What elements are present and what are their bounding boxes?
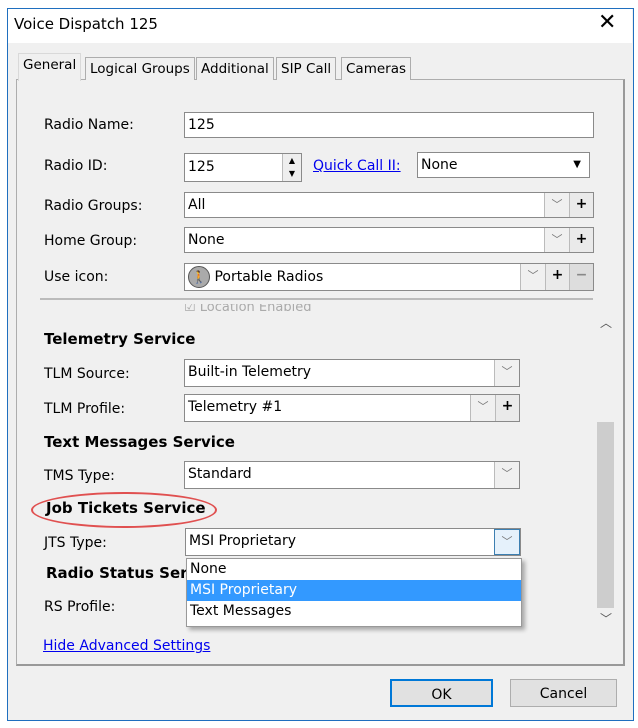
home-group-value: None bbox=[188, 232, 225, 248]
chevron-down-icon[interactable]: ﹀ bbox=[544, 193, 569, 217]
quick-call-link[interactable]: Quick Call II: bbox=[313, 158, 401, 174]
scroll-up-icon[interactable]: ︿ bbox=[600, 314, 612, 331]
radio-groups-label: Radio Groups: bbox=[44, 198, 143, 214]
job-tickets-heading: Job Tickets Service bbox=[46, 499, 206, 517]
add-icon[interactable]: + bbox=[495, 395, 519, 421]
chevron-down-icon[interactable]: ﹀ bbox=[544, 228, 569, 252]
use-icon-label: Use icon: bbox=[44, 269, 109, 285]
quick-call-select[interactable]: None ▼ bbox=[417, 152, 590, 178]
remove-icon[interactable]: − bbox=[569, 264, 593, 290]
ok-button[interactable]: OK bbox=[390, 679, 493, 707]
scrollbar-thumb[interactable] bbox=[597, 422, 614, 608]
tlm-profile-combo[interactable]: Telemetry #1 ﹀ + bbox=[184, 394, 520, 422]
tlm-source-combo[interactable]: Built-in Telemetry ﹀ bbox=[184, 359, 520, 387]
radio-name-label: Radio Name: bbox=[44, 117, 134, 133]
tab-sip-call[interactable]: SIP Call bbox=[276, 57, 337, 80]
add-icon[interactable]: + bbox=[569, 193, 593, 217]
tab-logical-groups[interactable]: Logical Groups bbox=[85, 57, 195, 80]
location-enabled-checkbox[interactable]: ☑ Location Enabled bbox=[184, 304, 584, 318]
tab-additional[interactable]: Additional bbox=[196, 57, 274, 80]
tab-general[interactable]: General bbox=[18, 53, 82, 81]
walking-person-icon: 🚶 bbox=[188, 266, 210, 288]
window-title: Voice Dispatch 125 bbox=[14, 15, 158, 33]
chevron-down-icon[interactable]: ﹀ bbox=[494, 529, 520, 555]
tlm-profile-label: TLM Profile: bbox=[44, 401, 126, 417]
use-icon-value: Portable Radios bbox=[214, 269, 324, 285]
add-icon[interactable]: + bbox=[545, 264, 569, 290]
radio-id-value: 125 bbox=[188, 159, 215, 175]
rs-profile-label: RS Profile: bbox=[44, 599, 116, 615]
tlm-profile-value: Telemetry #1 bbox=[188, 399, 283, 415]
option-text-messages[interactable]: Text Messages bbox=[187, 601, 521, 622]
location-enabled-label: Location Enabled bbox=[199, 304, 312, 315]
tab-cameras[interactable]: Cameras bbox=[341, 57, 412, 80]
use-icon-combo[interactable]: 🚶 Portable Radios ﹀ + − bbox=[184, 263, 594, 291]
jts-type-dropdown-list: None MSI Proprietary Text Messages bbox=[186, 558, 522, 627]
separator bbox=[40, 298, 593, 300]
radio-name-input[interactable]: 125 bbox=[184, 112, 594, 138]
add-icon[interactable]: + bbox=[569, 228, 593, 252]
hide-advanced-settings-link[interactable]: Hide Advanced Settings bbox=[43, 638, 210, 654]
quick-call-value: None bbox=[421, 157, 458, 173]
tms-type-combo[interactable]: Standard ﹀ bbox=[184, 461, 520, 489]
chevron-down-icon[interactable]: ﹀ bbox=[470, 395, 495, 421]
chevron-down-icon[interactable]: ﹀ bbox=[494, 360, 519, 386]
close-icon[interactable]: ✕ bbox=[598, 10, 616, 35]
scroll-down-icon[interactable]: ﹀ bbox=[600, 610, 612, 627]
scrollbar[interactable]: ︿ ﹀ bbox=[596, 312, 615, 632]
jts-type-label: JTS Type: bbox=[44, 535, 107, 551]
tms-type-label: TMS Type: bbox=[44, 468, 115, 484]
chevron-down-icon[interactable]: ﹀ bbox=[494, 462, 519, 488]
home-group-label: Home Group: bbox=[44, 233, 138, 249]
dropdown-arrow-icon: ▼ bbox=[573, 159, 581, 170]
radio-id-spinner[interactable]: ▲ ▼ bbox=[282, 154, 301, 181]
option-msi-proprietary[interactable]: MSI Proprietary bbox=[187, 580, 521, 601]
radio-id-input[interactable]: 125 ▲ ▼ bbox=[184, 153, 302, 182]
jts-type-combo[interactable]: MSI Proprietary ﹀ bbox=[185, 528, 521, 556]
tms-type-value: Standard bbox=[188, 466, 252, 482]
home-group-combo[interactable]: None ﹀ + bbox=[184, 227, 594, 253]
radio-status-heading: Radio Status Service bbox=[46, 564, 186, 582]
text-messages-heading: Text Messages Service bbox=[44, 433, 235, 451]
radio-id-label: Radio ID: bbox=[44, 158, 108, 174]
chevron-down-icon[interactable]: ﹀ bbox=[520, 264, 545, 290]
option-none[interactable]: None bbox=[187, 559, 521, 580]
tlm-source-value: Built-in Telemetry bbox=[188, 364, 312, 380]
tlm-source-label: TLM Source: bbox=[44, 366, 130, 382]
telemetry-heading: Telemetry Service bbox=[44, 330, 196, 348]
radio-groups-combo[interactable]: All ﹀ + bbox=[184, 192, 594, 218]
jts-type-value: MSI Proprietary bbox=[189, 533, 297, 549]
cancel-button[interactable]: Cancel bbox=[510, 679, 617, 707]
radio-groups-value: All bbox=[188, 197, 206, 213]
